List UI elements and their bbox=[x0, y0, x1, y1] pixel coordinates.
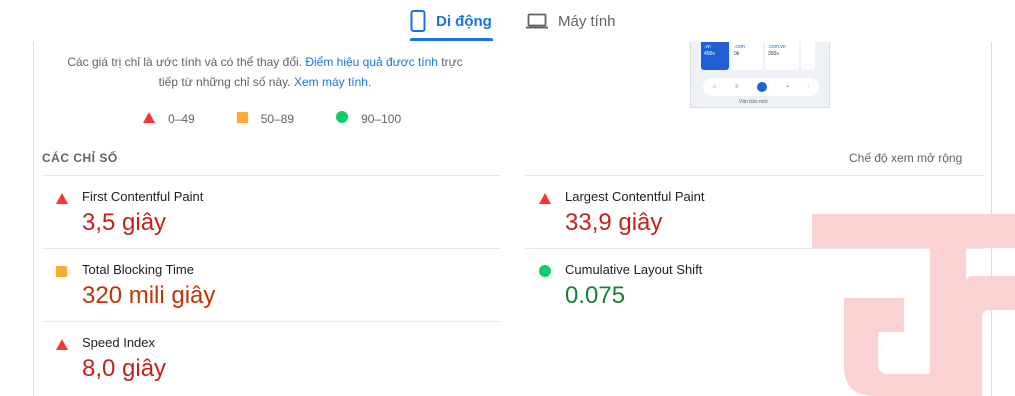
circle-icon bbox=[336, 111, 349, 126]
home-icon: ⌂ bbox=[712, 84, 717, 90]
watermark-logo bbox=[812, 214, 1015, 396]
metric-value: 320 mili giây bbox=[82, 282, 216, 309]
metric-name: Largest Contentful Paint bbox=[565, 189, 705, 204]
laptop-icon bbox=[526, 13, 548, 29]
metric-name: Cumulative Layout Shift bbox=[565, 262, 703, 277]
legend-range-average: 50–89 bbox=[260, 111, 295, 126]
performance-score-link[interactable]: Điểm hiệu quả được tính bbox=[305, 55, 438, 69]
legend-item-average: 50–89 bbox=[236, 111, 295, 126]
divider bbox=[42, 321, 501, 322]
metric-name: Speed Index bbox=[82, 335, 156, 350]
legend-range-fail: 0–49 bbox=[168, 111, 195, 126]
tab-desktop-label: Máy tính bbox=[558, 12, 616, 30]
legend-item-pass: 90–100 bbox=[336, 111, 401, 126]
legend-range-pass: 90–100 bbox=[361, 111, 402, 126]
metric-value: 8,0 giây bbox=[82, 355, 167, 382]
active-tab-indicator bbox=[410, 38, 493, 41]
thumbnail-text: Ván bản mới bbox=[739, 99, 768, 105]
menu-icon: ≡ bbox=[734, 84, 739, 90]
expand-view-toggle[interactable]: Chế độ xem mở rộng bbox=[849, 151, 962, 165]
center-nav-icon bbox=[757, 82, 768, 92]
average-square-icon bbox=[56, 264, 67, 282]
thumbnail-card bbox=[801, 42, 815, 70]
square-icon bbox=[236, 111, 248, 126]
metric-name: First Contentful Paint bbox=[82, 189, 204, 204]
report-frame-border bbox=[33, 42, 34, 396]
metric-value: 0.075 bbox=[565, 282, 626, 309]
cart-icon: ▪ bbox=[786, 84, 789, 90]
metric-value: 3,5 giây bbox=[82, 209, 167, 236]
score-legend: 0–49 50–89 90–100 bbox=[143, 111, 401, 126]
thumbnail-text: 450s bbox=[704, 51, 715, 57]
view-calculator-link[interactable]: Xem máy tính. bbox=[294, 75, 371, 89]
phone-icon bbox=[410, 10, 426, 32]
triangle-icon bbox=[143, 111, 155, 126]
score-disclaimer: Các giá trị chỉ là ước tính và có thể th… bbox=[60, 52, 470, 92]
metric-name: Total Blocking Time bbox=[82, 262, 194, 277]
fail-triangle-icon bbox=[539, 191, 551, 209]
divider bbox=[42, 175, 501, 176]
thumbnail-text: 0k bbox=[734, 51, 740, 57]
page-screenshot-thumbnail[interactable]: .vn 450s .com 0k .com.vn 350s ⌂ ≡ ▪ ◦ Vá… bbox=[690, 42, 830, 108]
metric-value: 33,9 giây bbox=[565, 209, 663, 236]
tab-desktop[interactable]: Máy tính bbox=[526, 0, 636, 42]
thumbnail-text: .vn bbox=[704, 44, 711, 50]
metrics-section-title: CÁC CHỈ SỐ bbox=[42, 151, 118, 165]
thumbnail-text: .com bbox=[734, 44, 745, 50]
fail-triangle-icon bbox=[56, 337, 68, 355]
fail-triangle-icon bbox=[56, 191, 68, 209]
thumbnail-bottom-nav: ⌂ ≡ ▪ ◦ bbox=[703, 78, 819, 96]
divider bbox=[42, 248, 501, 249]
pass-circle-icon bbox=[539, 264, 551, 282]
tab-mobile-label: Di động bbox=[436, 12, 492, 30]
user-icon: ◦ bbox=[807, 84, 810, 90]
device-tabs: Di động Máy tính bbox=[0, 0, 1015, 42]
tab-mobile[interactable]: Di động bbox=[410, 0, 493, 42]
divider bbox=[525, 175, 984, 176]
legend-item-fail: 0–49 bbox=[143, 111, 195, 126]
disclaimer-text: Các giá trị chỉ là ước tính và có thể th… bbox=[67, 55, 306, 69]
thumbnail-text: 350s bbox=[768, 51, 779, 57]
thumbnail-text: .com.vn bbox=[768, 44, 786, 50]
